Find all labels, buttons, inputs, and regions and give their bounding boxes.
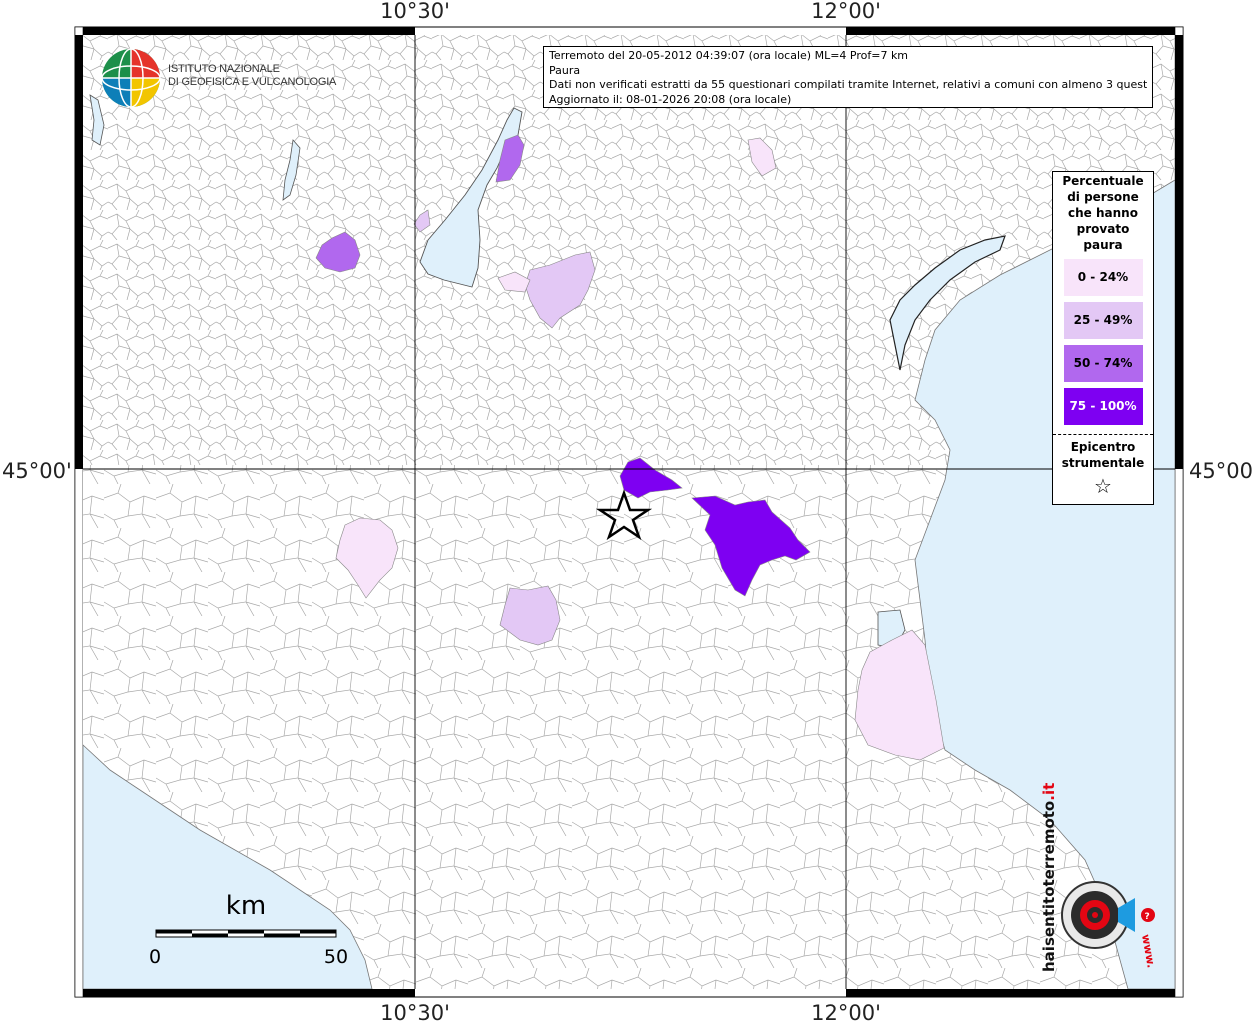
legend-separator: [1053, 434, 1153, 435]
lon-label-top-left: 10°30': [380, 0, 450, 23]
ingv-line-2: DI GEOFISICA E VULCANOLOGIA: [168, 76, 337, 88]
ingv-line-1: ISTITUTO NAZIONALE: [168, 63, 280, 75]
update-time: Aggiornato il: 08-01-2026 20:08 (ora loc…: [549, 92, 792, 106]
data-note: Dati non verificati estratti da 55 quest…: [549, 78, 1147, 92]
legend-class-75-100: 75 - 100%: [1063, 388, 1143, 425]
haisentito-brand-text: haisentitoterremoto.it: [1040, 783, 1058, 972]
legend-class-0-24: 0 - 24%: [1063, 259, 1143, 296]
legend-title: Percentuale di persone che hanno provato…: [1062, 174, 1144, 252]
legend-epicenter-label: Epicentro strumentale: [1061, 440, 1145, 470]
event-title: Terremoto del 20-05-2012 04:39:07 (ora l…: [549, 49, 909, 62]
scale-start: 0: [149, 946, 161, 968]
lon-label-bottom-right: 12°00': [811, 1001, 881, 1024]
legend-class-50-74: 50 - 74%: [1063, 345, 1143, 382]
map-area: [83, 35, 1175, 989]
map-parameter: Paura: [549, 63, 581, 77]
lat-label-left: 45°00': [2, 459, 72, 483]
lon-label-bottom-left: 10°30': [380, 1001, 450, 1024]
ingv-logo-icon: [101, 48, 161, 108]
scale-end: 50: [324, 946, 348, 968]
event-info-box: Terremoto del 20-05-2012 04:39:07 (ora l…: [543, 46, 1153, 108]
lon-label-top-right: 12°00': [811, 0, 881, 23]
legend-epicenter-star-icon: ☆: [1094, 474, 1112, 498]
intensity-map: 10°30' 12°00' 10°30' 12°00' 45°00' 45°00…: [2, 0, 1255, 1024]
ingv-institute-name: ISTITUTO NAZIONALE DI GEOFISICA E VULCAN…: [168, 63, 336, 89]
legend-class-25-49: 25 - 49%: [1063, 302, 1143, 339]
svg-text:?: ?: [1145, 912, 1150, 922]
legend: Percentuale di persone che hanno provato…: [1052, 171, 1154, 505]
scale-unit: km: [226, 891, 266, 921]
lat-label-right: 45°00': [1189, 459, 1255, 483]
